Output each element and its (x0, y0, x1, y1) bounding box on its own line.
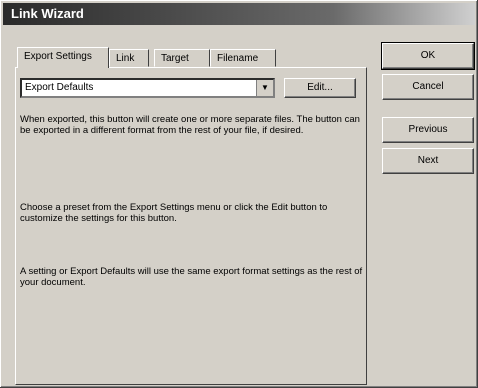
export-settings-select[interactable]: Export Defaults ▼ (20, 78, 275, 98)
tab-filename[interactable]: Filename (210, 49, 276, 67)
tab-target[interactable]: Target (154, 49, 210, 67)
ok-button[interactable]: OK (381, 42, 475, 70)
export-settings-value: Export Defaults (25, 82, 94, 93)
description-export: When exported, this button will create o… (20, 114, 360, 136)
description-defaults: A setting or Export Defaults will use th… (20, 266, 363, 288)
next-button[interactable]: Next (382, 148, 474, 174)
description-preset: Choose a preset from the Export Settings… (20, 202, 328, 224)
dialog-title: Link Wizard (3, 3, 475, 25)
tab-link[interactable]: Link (109, 49, 149, 67)
cancel-button[interactable]: Cancel (382, 74, 474, 100)
edit-button[interactable]: Edit... (284, 78, 356, 98)
link-wizard-dialog: Link Wizard Export Settings Link Target … (0, 0, 478, 388)
previous-button[interactable]: Previous (382, 117, 474, 143)
tab-export-settings[interactable]: Export Settings (17, 47, 109, 68)
chevron-down-icon[interactable]: ▼ (256, 80, 273, 96)
